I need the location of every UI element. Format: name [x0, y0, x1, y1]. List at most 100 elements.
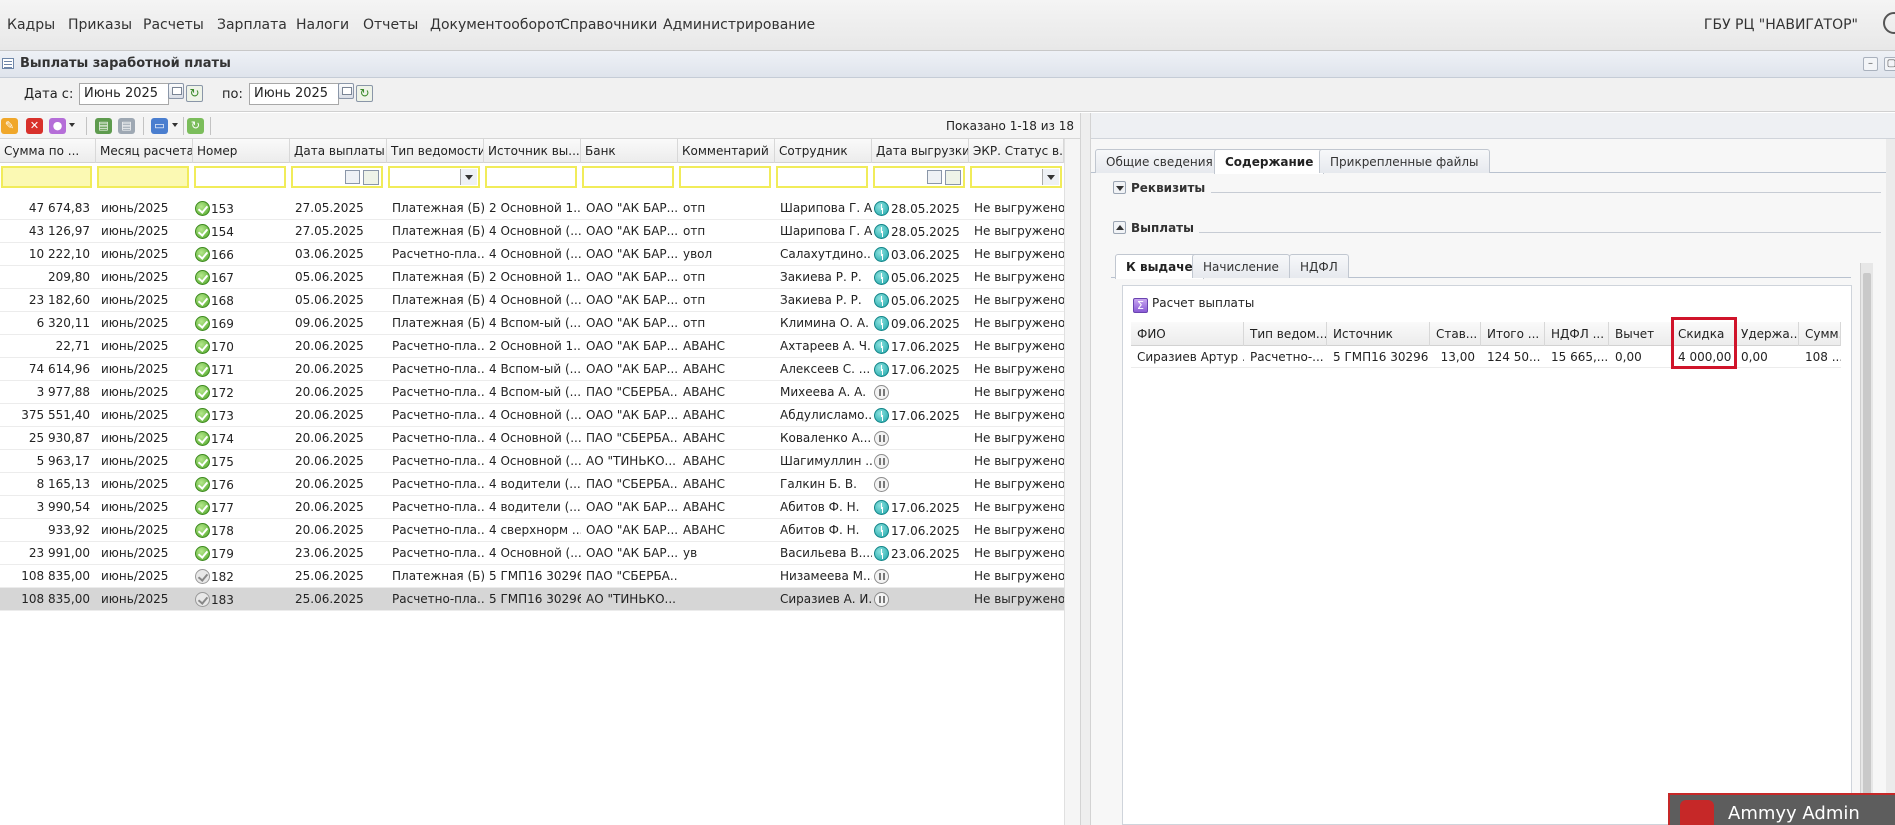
tab-to-pay[interactable]: К выдаче: [1115, 254, 1204, 279]
chevron-down-icon[interactable]: [1113, 181, 1126, 194]
date-from-field[interactable]: Июнь 2025: [79, 83, 169, 105]
tab-content[interactable]: Содержание: [1214, 149, 1325, 174]
filter-sum[interactable]: [1, 166, 92, 188]
restore-icon[interactable]: ▢: [1884, 57, 1895, 71]
section-requisites[interactable]: Реквизиты: [1113, 181, 1205, 201]
calendar-icon[interactable]: [927, 170, 942, 184]
table-row[interactable]: 3 990,54 июнь/2025 177 20.06.2025 Расчетно-п…: [0, 496, 1064, 519]
table-row[interactable]: 933,92 июнь/2025 178 20.06.2025 Расчетно-пла…: [0, 519, 1064, 542]
delete-icon[interactable]: ✕: [26, 118, 43, 134]
tab-general[interactable]: Общие сведения: [1095, 149, 1224, 173]
table-row[interactable]: 23 182,60 июнь/2025 168 05.06.2025 Платежная…: [0, 289, 1064, 312]
column-header-bank[interactable]: Банк: [581, 139, 678, 163]
calc-payment-label: Расчет выплаты: [1152, 296, 1255, 310]
column-header-month[interactable]: Месяц расчета: [96, 139, 193, 163]
filter-statement-type[interactable]: [388, 166, 480, 188]
table-row[interactable]: 22,71 июнь/2025 170 20.06.2025 Расчетно-пла.…: [0, 335, 1064, 358]
refresh-icon[interactable]: ↻: [187, 118, 204, 134]
filter-month[interactable]: [97, 166, 189, 188]
filter-bank[interactable]: [582, 166, 674, 188]
table-row[interactable]: 10 222,10 июнь/2025 166 03.06.2025 Расчетно-…: [0, 243, 1064, 266]
tab-accrual[interactable]: Начисление: [1192, 254, 1290, 278]
ammyy-admin-overlay[interactable]: Ammyy Admin: [1668, 793, 1895, 825]
calc-payment-button[interactable]: Σ Расчет выплаты: [1133, 296, 1254, 316]
menu-item-raschety[interactable]: Расчеты: [143, 17, 204, 33]
calendar-icon[interactable]: [338, 83, 354, 99]
filter-source[interactable]: [485, 166, 577, 188]
table-row[interactable]: 8 165,13 июнь/2025 176 20.06.2025 Расчетно-п…: [0, 473, 1064, 496]
chevron-down-icon[interactable]: [460, 169, 477, 185]
column-header-amount[interactable]: Сумм...: [1799, 322, 1841, 346]
column-header-ekr-status[interactable]: ЭКР. Статус в...: [969, 139, 1064, 163]
column-header-deduction[interactable]: Вычет: [1609, 322, 1672, 346]
table-row[interactable]: 25 930,87 июнь/2025 174 20.06.2025 Расчетно-…: [0, 427, 1064, 450]
menu-item-zarplata[interactable]: Зарплата: [217, 17, 287, 33]
pane-splitter[interactable]: [1080, 113, 1091, 825]
import-icon[interactable]: ▤: [118, 118, 135, 134]
filter-ekr-status[interactable]: [970, 166, 1062, 188]
column-header-ndfl[interactable]: НДФЛ ...: [1545, 322, 1609, 346]
tab-ndfl[interactable]: НДФЛ: [1289, 254, 1349, 278]
refresh-icon[interactable]: [363, 170, 379, 185]
table-row[interactable]: 23 991,00 июнь/2025 179 23.06.2025 Расчетно-…: [0, 542, 1064, 565]
filter-payment-date[interactable]: [291, 166, 383, 188]
filter-employee[interactable]: [776, 166, 868, 188]
edit-icon[interactable]: ✎: [1, 118, 18, 134]
column-header-comment[interactable]: Комментарий: [678, 139, 775, 163]
menu-item-kadry[interactable]: Кадры: [7, 17, 55, 33]
menu-item-nalogi[interactable]: Налоги: [296, 17, 349, 33]
filter-comment[interactable]: [679, 166, 771, 188]
refresh-icon[interactable]: ↻: [356, 85, 373, 102]
chevron-up-icon[interactable]: [1113, 221, 1126, 234]
table-row[interactable]: 5 963,17 июнь/2025 175 20.06.2025 Расчетно-п…: [0, 450, 1064, 473]
chevron-down-icon[interactable]: [172, 123, 178, 127]
filter-export-date[interactable]: [873, 166, 965, 188]
column-header-payment-date[interactable]: Дата выплаты: [290, 139, 387, 163]
menu-item-spravochniki[interactable]: Справочники: [560, 17, 657, 33]
column-header-number[interactable]: Номер: [193, 139, 290, 163]
column-header-source[interactable]: Источник вы...: [484, 139, 581, 163]
column-header-total[interactable]: Итого ...: [1481, 322, 1545, 346]
menu-item-dokumentooborot[interactable]: Документооборот: [430, 17, 563, 33]
tab-attachments[interactable]: Прикрепленные файлы: [1319, 149, 1490, 173]
column-header-statement-type[interactable]: Тип ведом...: [1244, 322, 1327, 346]
table-row[interactable]: 74 614,96 июнь/2025 171 20.06.2025 Расчетно-…: [0, 358, 1064, 381]
refresh-icon[interactable]: ↻: [186, 85, 203, 102]
add-icon[interactable]: ●: [49, 118, 66, 134]
table-row[interactable]: 3 977,88 июнь/2025 172 20.06.2025 Расчетно-п…: [0, 381, 1064, 404]
filter-number[interactable]: [194, 166, 286, 188]
column-header-statement-type[interactable]: Тип ведомости: [387, 139, 484, 163]
column-header-rate[interactable]: Став...: [1430, 322, 1481, 346]
calendar-icon[interactable]: [345, 170, 360, 184]
refresh-icon[interactable]: [945, 170, 961, 185]
cell-statement-type-text: Платежная (Б): [392, 569, 484, 583]
minimize-icon[interactable]: –: [1863, 57, 1878, 71]
table-row[interactable]: 108 835,00 июнь/2025 183 25.06.2025 Расчетно…: [0, 588, 1064, 611]
column-header-employee[interactable]: Сотрудник: [775, 139, 872, 163]
column-header-fio[interactable]: ФИО: [1131, 322, 1244, 346]
print-icon[interactable]: ▭: [151, 118, 168, 134]
column-header-source[interactable]: Источник: [1327, 322, 1430, 346]
vertical-scrollbar[interactable]: [1064, 139, 1080, 825]
column-header-withholding[interactable]: Удержа...: [1735, 322, 1799, 346]
table-row[interactable]: 375 551,40 июнь/2025 173 20.06.2025 Расчетно…: [0, 404, 1064, 427]
vertical-scrollbar[interactable]: [1886, 139, 1895, 825]
table-row[interactable]: 108 835,00 июнь/2025 182 25.06.2025 Платежна…: [0, 565, 1064, 588]
menu-item-otchety[interactable]: Отчеты: [363, 17, 418, 33]
column-header-sum[interactable]: Сумма по ...: [0, 139, 96, 163]
calendar-icon[interactable]: [168, 83, 184, 99]
chevron-down-icon[interactable]: [69, 123, 75, 127]
table-row[interactable]: 6 320,11 июнь/2025 169 09.06.2025 Платежная …: [0, 312, 1064, 335]
export-icon[interactable]: ▤: [95, 118, 112, 134]
table-row[interactable]: 47 674,83 июнь/2025 153 27.05.2025 Платежная…: [0, 197, 1064, 220]
table-row[interactable]: 43 126,97 июнь/2025 154 27.05.2025 Платежная…: [0, 220, 1064, 243]
section-payments[interactable]: Выплаты: [1113, 221, 1194, 241]
menu-item-administrirovanie[interactable]: Администрирование: [663, 17, 815, 33]
menu-item-prikazy[interactable]: Приказы: [68, 17, 132, 33]
table-row[interactable]: 209,80 июнь/2025 167 05.06.2025 Платежная (Б…: [0, 266, 1064, 289]
chevron-down-icon[interactable]: [1042, 169, 1059, 185]
vertical-scrollbar[interactable]: [1860, 263, 1873, 825]
user-icon[interactable]: [1883, 12, 1895, 34]
column-header-export-date[interactable]: Дата выгрузки: [872, 139, 969, 163]
date-to-field[interactable]: Июнь 2025: [249, 83, 339, 105]
